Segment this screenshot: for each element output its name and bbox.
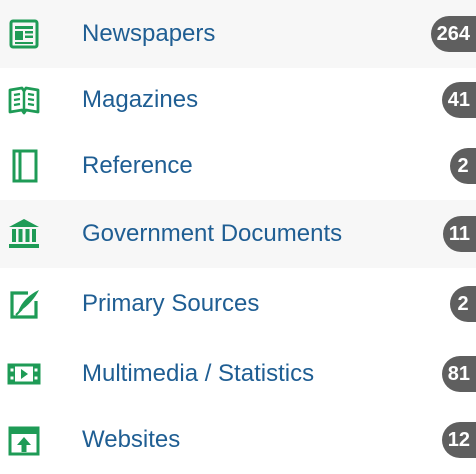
count-badge: 41 <box>441 82 476 118</box>
category-label: Government Documents <box>82 220 343 247</box>
category-label: Websites <box>82 426 181 453</box>
category-reference[interactable]: Reference 2 <box>0 132 476 200</box>
book-icon <box>6 148 42 184</box>
category-label: Primary Sources <box>82 290 260 317</box>
category-newspapers[interactable]: Newspapers 264 <box>0 0 476 68</box>
category-label: Newspapers <box>82 20 216 47</box>
quill-edit-icon <box>6 286 42 322</box>
category-government-documents[interactable]: Government Documents 11 <box>0 200 476 268</box>
count-badge: 11 <box>442 216 476 252</box>
film-play-icon <box>6 356 42 392</box>
open-book-icon <box>6 82 42 118</box>
category-primary-sources[interactable]: Primary Sources 2 <box>0 270 476 338</box>
count-badge: 2 <box>450 148 476 184</box>
category-magazines[interactable]: Magazines 41 <box>0 66 476 134</box>
category-websites[interactable]: Websites 12 <box>0 406 476 474</box>
government-building-icon <box>6 216 42 252</box>
category-list: Newspapers 264 Magazines 41 Reference 2 … <box>0 0 476 458</box>
category-multimedia-statistics[interactable]: Multimedia / Statistics 81 <box>0 340 476 408</box>
category-label: Reference <box>82 152 193 179</box>
category-label: Magazines <box>82 86 199 113</box>
upload-window-icon <box>6 422 42 458</box>
count-badge: 2 <box>450 286 476 322</box>
category-label: Multimedia / Statistics <box>82 360 315 387</box>
count-badge: 81 <box>441 356 476 392</box>
newspaper-icon <box>6 16 42 52</box>
count-badge: 12 <box>441 422 476 458</box>
count-badge: 264 <box>430 16 476 52</box>
